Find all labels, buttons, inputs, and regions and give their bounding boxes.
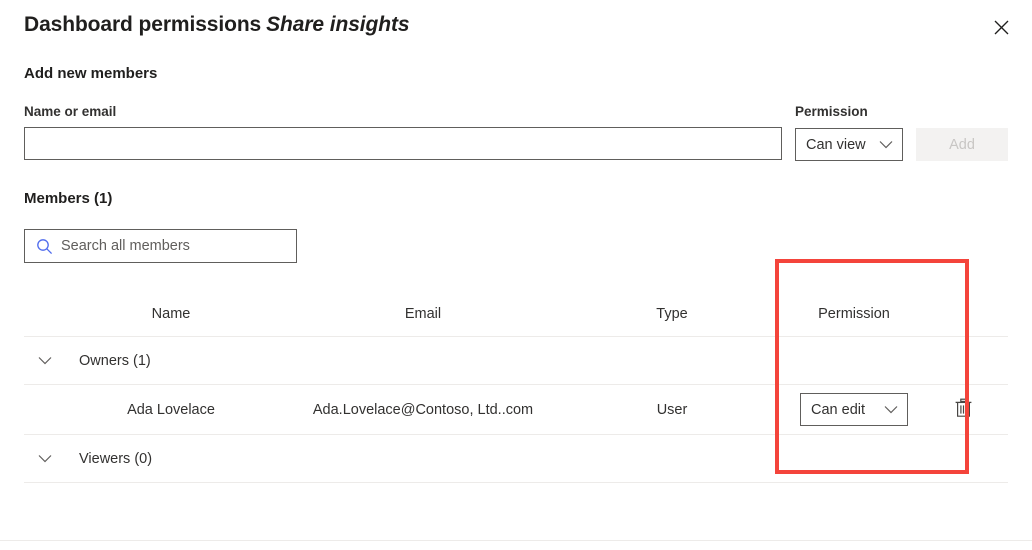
table-row: Ada Lovelace Ada.Lovelace@Contoso, Ltd..… bbox=[24, 385, 1008, 435]
member-name: Ada Lovelace bbox=[127, 401, 215, 418]
table-header-row: Name Email Type Permission bbox=[24, 292, 1008, 337]
name-or-email-label: Name or email bbox=[24, 104, 117, 119]
column-header-email: Email bbox=[404, 306, 442, 322]
member-permission-value: Can edit bbox=[811, 401, 866, 418]
chevron-down-icon bbox=[884, 405, 898, 414]
group-label-owners: Owners (1) bbox=[79, 352, 151, 369]
member-actions-cell bbox=[934, 395, 1008, 425]
column-header-type: Type bbox=[656, 306, 688, 322]
member-permission-dropdown[interactable]: Can edit bbox=[800, 393, 908, 426]
group-row-owners[interactable]: Owners (1) bbox=[24, 337, 1008, 385]
chevron-down-icon bbox=[879, 140, 893, 149]
delete-member-button[interactable] bbox=[948, 395, 978, 425]
page-title: Dashboard permissions Share insights bbox=[24, 13, 410, 37]
search-icon bbox=[33, 238, 55, 255]
close-icon bbox=[994, 20, 1009, 35]
permission-label: Permission bbox=[795, 104, 868, 119]
permission-dropdown[interactable]: Can view bbox=[795, 128, 903, 161]
column-header-name: Name bbox=[151, 306, 191, 322]
close-button[interactable] bbox=[984, 10, 1018, 44]
dashboard-permissions-dialog: Dashboard permissions Share insights Add … bbox=[0, 0, 1032, 550]
group-label-viewers: Viewers (0) bbox=[79, 450, 153, 467]
page-title-main: Dashboard permissions bbox=[24, 13, 262, 36]
members-table: Name Email Type Permission Owners (1) Ad… bbox=[24, 292, 1008, 483]
name-or-email-input[interactable] bbox=[24, 127, 782, 160]
member-email: Ada.Lovelace@Contoso, Ltd..com bbox=[312, 401, 534, 418]
add-new-members-heading: Add new members bbox=[24, 65, 158, 82]
bottom-divider bbox=[0, 540, 1032, 541]
add-button[interactable]: Add bbox=[916, 128, 1008, 161]
chevron-down-icon[interactable] bbox=[24, 454, 66, 463]
member-permission-cell: Can edit bbox=[774, 393, 934, 426]
members-heading: Members (1) bbox=[24, 190, 113, 207]
page-title-item: Share insights bbox=[266, 13, 410, 36]
member-type: User bbox=[656, 401, 688, 418]
chevron-down-icon[interactable] bbox=[24, 356, 66, 365]
trash-icon bbox=[954, 398, 973, 421]
search-all-members-box[interactable] bbox=[24, 229, 297, 263]
search-input[interactable] bbox=[55, 237, 288, 255]
column-header-permission: Permission bbox=[818, 306, 890, 322]
group-row-viewers[interactable]: Viewers (0) bbox=[24, 435, 1008, 483]
permission-dropdown-value: Can view bbox=[806, 136, 866, 153]
